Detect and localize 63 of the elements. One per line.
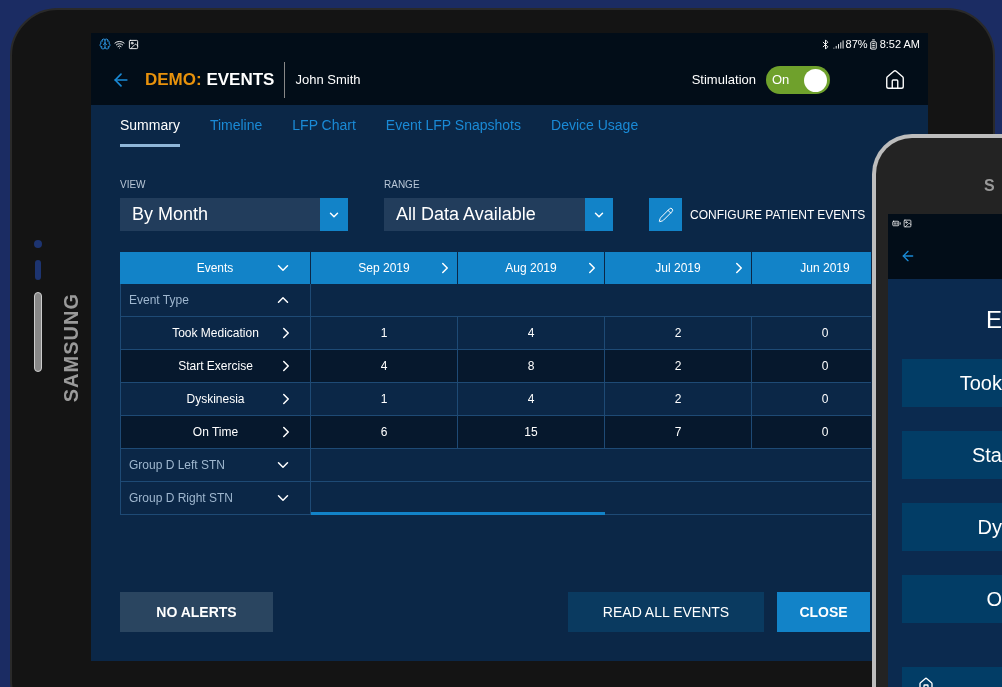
tab[interactable]: Event LFP Snapshots [385, 115, 521, 147]
event-row-header[interactable]: Took Medication [120, 317, 311, 349]
table-cell: 7 [605, 416, 752, 448]
table-cell: 4 [311, 350, 458, 382]
stimulation-label: Stimulation [691, 71, 756, 90]
event-button[interactable]: Dy [902, 503, 1002, 551]
table-cell: 1 [311, 317, 458, 349]
phone-title: E [986, 305, 1002, 335]
event-row-header[interactable]: On Time [120, 416, 311, 448]
battery-icon [867, 38, 879, 50]
brand-logo: SAMSUNG [59, 293, 83, 403]
image-icon [903, 218, 912, 228]
camera-icon [34, 240, 42, 248]
group-row-header[interactable]: Group D Left STN [120, 449, 311, 481]
signal-icon [832, 38, 844, 50]
event-button[interactable]: Took [902, 359, 1002, 407]
dropdown[interactable]: All Data Available [384, 198, 613, 231]
field-label: RANGE [384, 178, 421, 192]
configure-events-link[interactable]: CONFIGURE PATIENT EVENTS [690, 198, 866, 231]
field-label: VIEW [120, 178, 147, 192]
table-cell: 15 [458, 416, 605, 448]
table-cell: 4 [458, 317, 605, 349]
tab[interactable]: Device Usage [551, 115, 639, 147]
wifi-icon [114, 38, 125, 50]
group-row-header[interactable]: Event Type [120, 284, 311, 316]
table-cell: 2 [605, 350, 752, 382]
sensor-icon [35, 260, 41, 280]
dropdown[interactable]: By Month [120, 198, 348, 231]
table-cell: 8 [458, 350, 605, 382]
phone-brand-logo: S [984, 176, 995, 196]
pencil-icon [657, 206, 674, 223]
group-row-header[interactable]: Group D Right STN [120, 482, 311, 514]
table-cell: 1 [311, 383, 458, 415]
battery-percent: 87% [845, 36, 868, 52]
tab[interactable]: Timeline [209, 115, 263, 147]
event-row-header[interactable]: Dyskinesia [120, 383, 311, 415]
tab[interactable]: Summary [120, 115, 180, 147]
clock: 8:52 AM [879, 36, 920, 52]
patient-name: John Smith [295, 71, 361, 90]
table-header[interactable]: Events [120, 252, 311, 284]
table-cell: 2 [605, 383, 752, 415]
month-header[interactable]: Jul 2019 [605, 252, 752, 284]
close-button[interactable]: CLOSE [777, 592, 870, 632]
page-title: DEMO: EVENTS [145, 69, 275, 92]
image-icon [128, 38, 139, 50]
battery-icon [892, 218, 901, 228]
brain-icon [99, 38, 111, 50]
event-button[interactable]: O [902, 575, 1002, 623]
month-header[interactable]: Sep 2019 [311, 252, 458, 284]
event-row-header[interactable]: Start Exercise [120, 350, 311, 382]
tab[interactable]: LFP Chart [292, 115, 356, 147]
read-all-events-button[interactable]: READ ALL EVENTS [568, 592, 764, 632]
table-cell: 2 [605, 317, 752, 349]
scroll-bar[interactable] [311, 512, 605, 515]
table-cell: 4 [458, 383, 605, 415]
month-header[interactable]: Jun 2019 [752, 252, 871, 284]
home-icon[interactable] [884, 69, 906, 91]
table-cell: 6 [311, 416, 458, 448]
no-alerts-button[interactable]: NO ALERTS [120, 592, 273, 632]
edit-button[interactable] [649, 198, 682, 231]
event-button[interactable]: Sta [902, 431, 1002, 479]
speaker-icon [34, 292, 42, 372]
month-header[interactable]: Aug 2019 [458, 252, 605, 284]
